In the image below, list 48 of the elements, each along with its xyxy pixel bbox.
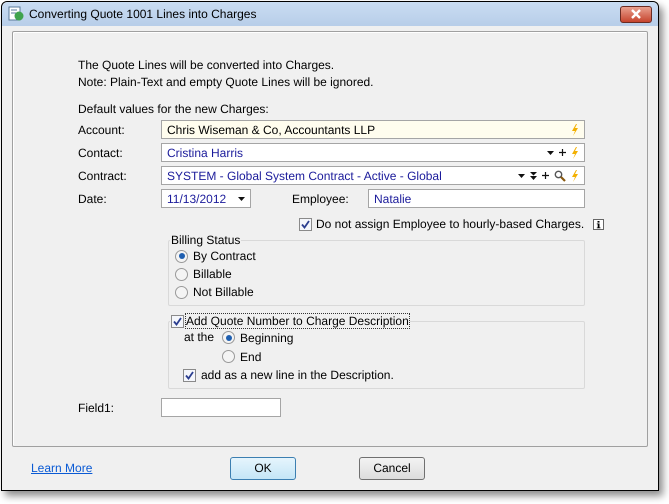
checkbox[interactable] xyxy=(299,218,312,230)
checkbox-label[interactable]: Do not assign Employee to hourly-based Charges. xyxy=(316,217,584,231)
section-label: Default values for the new Charges: xyxy=(78,102,270,116)
search-icon[interactable] xyxy=(554,170,566,182)
radio-label[interactable]: Beginning xyxy=(240,330,294,344)
field-label: Account: xyxy=(78,122,126,136)
learn-more-link[interactable]: Learn More xyxy=(31,461,230,475)
dropdown-caret-icon[interactable] xyxy=(238,196,245,200)
field-label: Contact: xyxy=(78,146,124,160)
account-field[interactable]: Chris Wiseman & Co, Accountants LLP xyxy=(161,120,585,139)
checkbox[interactable] xyxy=(171,314,184,328)
option-label: at the xyxy=(184,329,214,346)
field-label: Employee: xyxy=(292,192,350,206)
field-label: Field1: xyxy=(78,400,116,414)
field-label: Contract: xyxy=(78,168,128,182)
checkbox-label[interactable]: add as a new line in the Description. xyxy=(201,368,394,382)
radio-label[interactable]: Not Billable xyxy=(193,285,254,299)
plus-icon[interactable] xyxy=(542,172,549,179)
radio-button[interactable] xyxy=(175,286,188,298)
radio-label[interactable]: Billable xyxy=(193,267,232,281)
radio-button[interactable] xyxy=(175,268,188,280)
radio-label[interactable]: By Contract xyxy=(193,249,256,263)
info-text: Note: Plain-Text and empty Quote Lines will be ignored. xyxy=(78,75,374,89)
radio-button[interactable] xyxy=(222,331,236,344)
group-title: Billing Status xyxy=(170,233,242,247)
radio-button[interactable] xyxy=(175,250,188,262)
employee-field[interactable]: Natalie xyxy=(368,189,585,208)
radio-button[interactable] xyxy=(222,350,236,363)
double-caret-icon[interactable] xyxy=(530,172,537,180)
dropdown-caret-icon[interactable] xyxy=(518,174,525,178)
radio-label[interactable]: End xyxy=(240,350,262,364)
field-label: Date: xyxy=(78,192,108,206)
input-field[interactable] xyxy=(161,398,281,417)
app-icon xyxy=(8,6,24,22)
window-title: Converting Quote 1001 Lines into Charges xyxy=(29,7,258,21)
date-field[interactable]: 11/13/2012 xyxy=(161,189,251,208)
dropdown-caret-icon[interactable] xyxy=(547,150,554,154)
info-text: The Quote Lines will be converted into Charges. xyxy=(78,58,336,72)
checkbox-label[interactable]: Add Quote Number to Charge Description xyxy=(186,314,409,328)
ok-button[interactable]: OK xyxy=(230,456,296,480)
plus-icon[interactable] xyxy=(559,149,566,156)
contract-field[interactable]: SYSTEM - Global System Contract - Active - Global xyxy=(161,166,585,185)
checkbox[interactable] xyxy=(183,368,196,382)
info-icon[interactable] xyxy=(593,218,604,230)
contact-field[interactable]: Cristina Harris xyxy=(161,143,585,162)
close-button[interactable] xyxy=(620,6,652,22)
close-icon xyxy=(630,9,642,19)
cancel-button[interactable]: Cancel xyxy=(359,456,425,480)
